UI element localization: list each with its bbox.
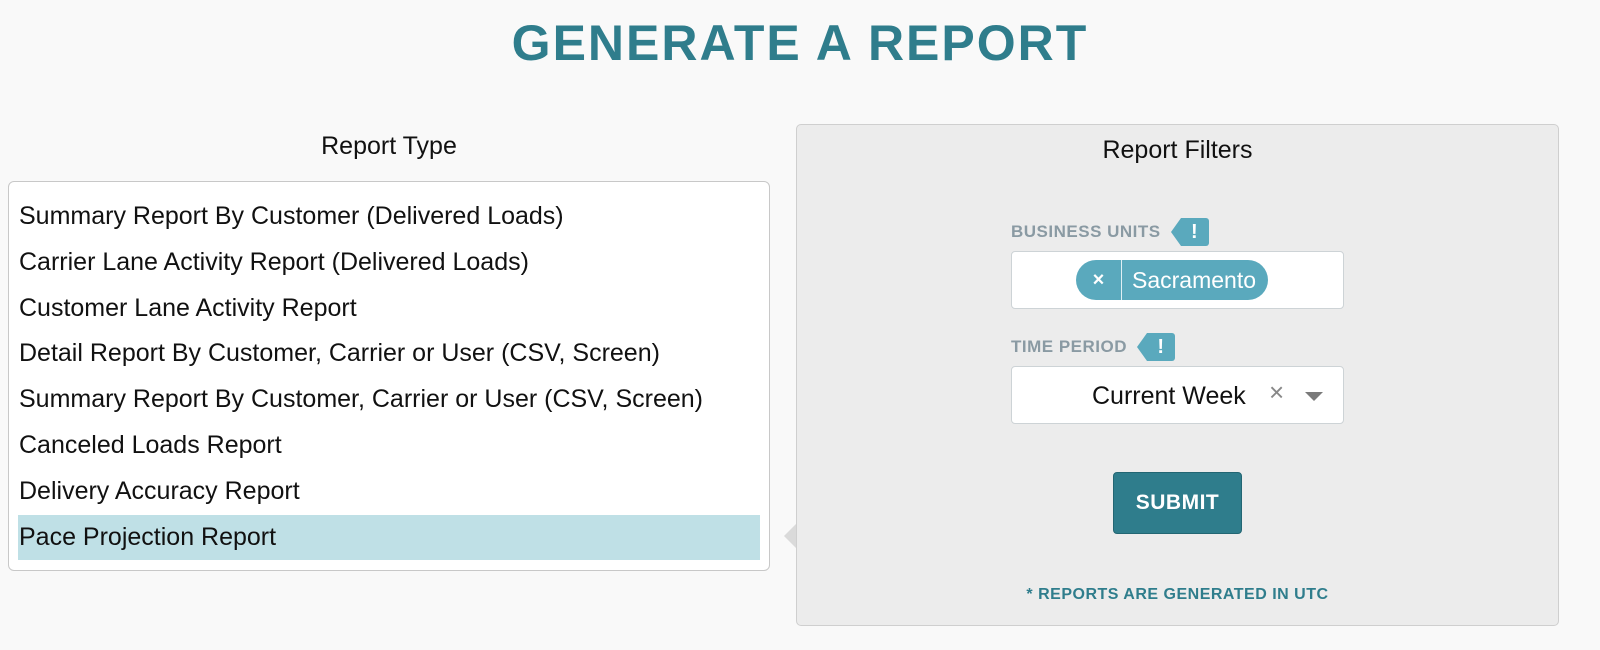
clear-icon[interactable]: × <box>1269 377 1284 408</box>
report-item-canceled-loads[interactable]: Canceled Loads Report <box>18 423 760 469</box>
submit-button[interactable]: SUBMIT <box>1113 472 1242 534</box>
report-item-carrier-lane-activity[interactable]: Carrier Lane Activity Report (Delivered … <box>18 240 760 286</box>
report-item-customer-lane-activity[interactable]: Customer Lane Activity Report <box>18 286 760 332</box>
time-period-value: Current Week <box>1092 382 1246 410</box>
report-item-pace-projection[interactable]: Pace Projection Report <box>18 514 760 561</box>
time-period-alert-icon: ! <box>1137 333 1176 361</box>
report-type-list[interactable]: Summary Report By Customer (Delivered Lo… <box>8 181 770 571</box>
time-period-select[interactable]: Current Week × <box>1011 366 1344 424</box>
report-item-summary-by-customer[interactable]: Summary Report By Customer (Delivered Lo… <box>18 194 760 240</box>
page-title: GENERATE A REPORT <box>511 15 1089 71</box>
business-units-alert-icon: ! <box>1170 218 1209 246</box>
report-item-detail-report[interactable]: Detail Report By Customer, Carrier or Us… <box>18 331 760 377</box>
chip-remove-icon[interactable]: × <box>1076 260 1122 300</box>
business-unit-chip: × Sacramento <box>1076 260 1269 300</box>
business-unit-chip-label: Sacramento <box>1132 267 1257 293</box>
report-type-heading: Report Type <box>321 132 457 160</box>
time-period-label: TIME PERIOD <box>1011 337 1128 356</box>
report-item-summary-report-ccu[interactable]: Summary Report By Customer, Carrier or U… <box>18 377 760 423</box>
business-units-label-row: BUSINESS UNITS ! <box>1011 218 1209 246</box>
business-units-label: BUSINESS UNITS <box>1011 222 1161 241</box>
business-units-field[interactable]: × Sacramento <box>1011 251 1344 309</box>
utc-note: * REPORTS ARE GENERATED IN UTC <box>1026 586 1329 603</box>
report-filters-heading: Report Filters <box>1102 136 1253 164</box>
chevron-down-icon[interactable] <box>1305 392 1323 401</box>
time-period-label-row: TIME PERIOD ! <box>1011 333 1176 361</box>
report-filters-panel: Report Filters BUSINESS UNITS ! × Sacram… <box>796 124 1559 626</box>
report-item-delivery-accuracy[interactable]: Delivery Accuracy Report <box>18 469 760 515</box>
